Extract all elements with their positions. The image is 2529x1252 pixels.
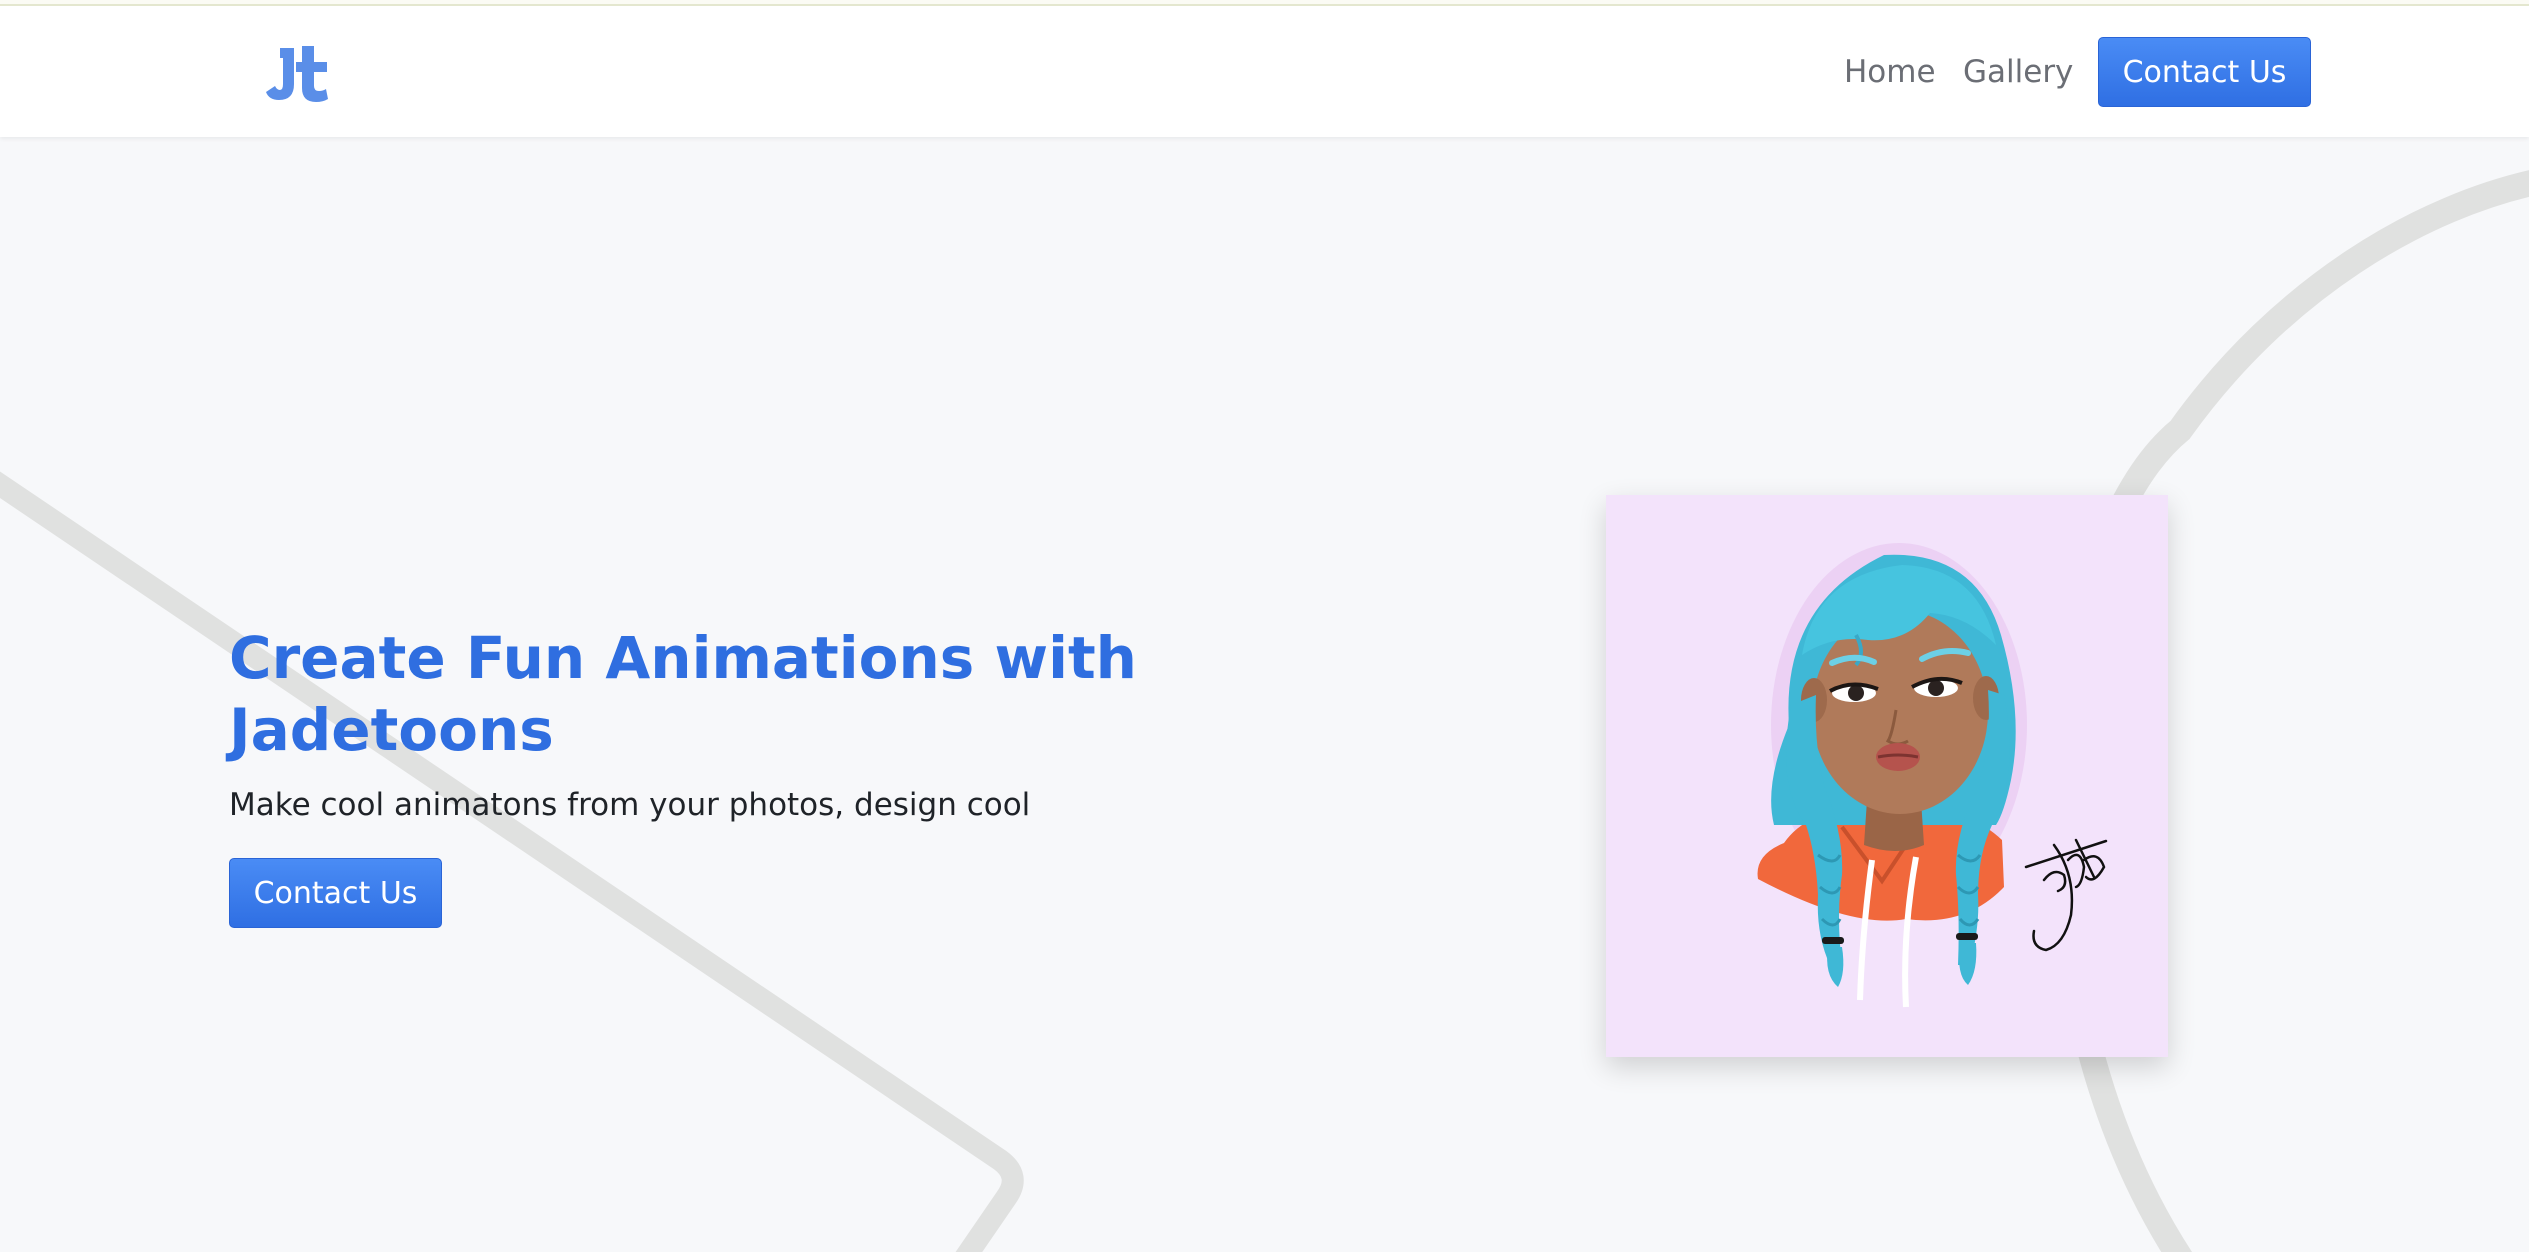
hero-contact-button[interactable]: Contact Us [229, 858, 442, 928]
jt-logo-icon[interactable] [264, 44, 330, 104]
navbar: Home Gallery Contact Us [0, 6, 2529, 137]
nav-home-link[interactable]: Home [1844, 52, 1936, 92]
jt-logo-svg [266, 46, 328, 102]
hero-subtitle: Make cool animatons from your photos, de… [229, 787, 1031, 823]
cartoon-girl-illustration-icon [1606, 495, 2168, 1057]
hero-illustration [1606, 495, 2168, 1057]
hero-title: Create Fun Animations with Jadetoons [229, 624, 1137, 764]
nav-contact-button[interactable]: Contact Us [2098, 37, 2311, 107]
page: Home Gallery Contact Us Create Fun Anima… [0, 0, 2529, 1252]
nav-gallery-link[interactable]: Gallery [1963, 52, 2073, 92]
top-border [0, 0, 2529, 6]
decor-bent-line [0, 471, 1024, 1252]
